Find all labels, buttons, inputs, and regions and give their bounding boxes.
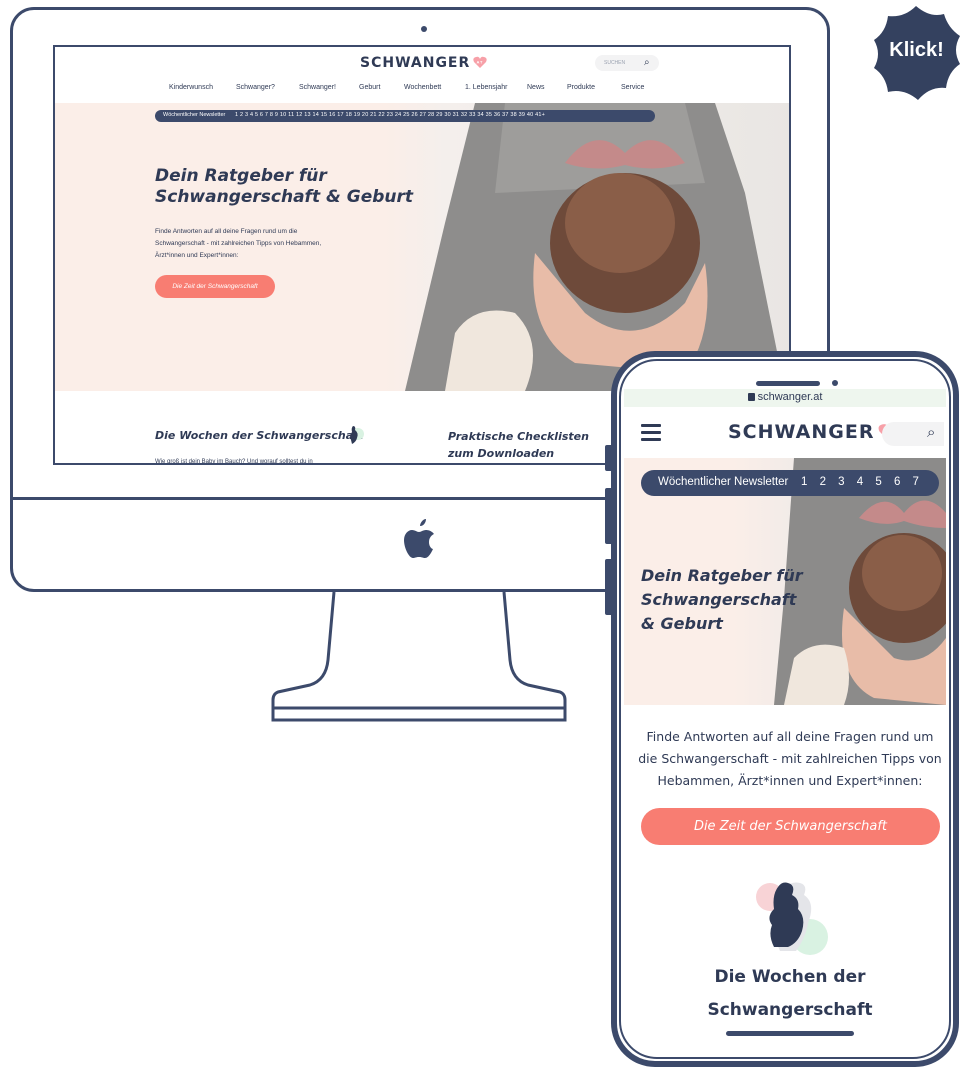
search-icon[interactable]: ⌕ xyxy=(644,57,650,68)
hero-photo-mother-baby xyxy=(385,103,789,391)
site-logo-mobile[interactable]: SCHWANGERAT xyxy=(728,421,898,443)
section-weeks-title[interactable]: Die Wochen der Schwangerschaft xyxy=(155,429,363,442)
imac-stand xyxy=(271,591,567,722)
hero-cta-button[interactable]: Die Zeit der Schwangerschaft xyxy=(155,275,275,298)
phone-side-button xyxy=(605,445,613,471)
section-weeks-subtext: Wie groß ist dein Baby im Bauch? Und wor… xyxy=(155,459,313,465)
nav-item-lebensjahr[interactable]: 1. Lebensjahr xyxy=(465,84,507,91)
nav-item-schwanger[interactable]: Schwanger! xyxy=(299,84,336,91)
desktop-header: SCHWANGER AT SUCHEN ⌕ Kinderwunsch Schwan… xyxy=(55,47,789,103)
nav-item-wochenbett[interactable]: Wochenbett xyxy=(404,84,441,91)
pregnant-silhouette-icon xyxy=(350,426,364,444)
newsletter-link[interactable]: Wöchentlicher Newsletter xyxy=(163,112,225,118)
hamburger-menu-icon[interactable] xyxy=(641,424,661,441)
pregnant-silhouette-icon xyxy=(756,882,828,955)
hero-text: Finde Antworten auf all deine Fragen run… xyxy=(638,729,942,788)
hero-cta-button[interactable]: Die Zeit der Schwangerschaft xyxy=(641,808,940,845)
phone-volume-up xyxy=(605,488,613,544)
week-links[interactable]: 1 2 3 4 5 6 7 xyxy=(801,476,919,488)
address-bar[interactable]: schwanger.at xyxy=(624,389,946,407)
nav-item-produkte[interactable]: Produkte xyxy=(567,84,595,91)
nav-item-news[interactable]: News xyxy=(527,84,545,91)
phone-home-indicator xyxy=(726,1031,854,1036)
heart-logo-icon: AT xyxy=(473,56,487,68)
hero-title: Dein Ratgeber für Schwangerschaft & Gebu… xyxy=(641,566,803,633)
desktop-hero: Wöchentlicher Newsletter 1 2 3 4 5 6 7 8… xyxy=(55,103,789,391)
logo-badge-text: AT xyxy=(477,60,484,65)
phone-camera xyxy=(832,380,838,386)
lock-icon xyxy=(747,393,755,401)
newsletter-week-bar: Wöchentlicher Newsletter 1 2 3 4 5 6 7 8… xyxy=(155,110,655,122)
newsletter-week-bar: Wöchentlicher Newsletter 1 2 3 4 5 6 7 xyxy=(641,470,939,496)
main-nav: Kinderwunsch Schwanger? Schwanger! Gebur… xyxy=(55,84,789,98)
site-logo[interactable]: SCHWANGER AT xyxy=(360,55,487,71)
logo-text: SCHWANGER xyxy=(728,421,875,443)
apple-logo-icon xyxy=(404,519,434,558)
section-weeks-title[interactable]: Die Wochen der Schwangerschaft xyxy=(680,961,900,1027)
phone-volume-down xyxy=(605,559,613,615)
nav-item-geburt[interactable]: Geburt xyxy=(359,84,380,91)
logo-text: SCHWANGER xyxy=(360,55,471,71)
hero-title: Dein Ratgeber für Schwangerschaft & Gebu… xyxy=(155,166,414,207)
section-checklists-title[interactable]: Praktische Checklisten zum Downloaden xyxy=(448,428,618,462)
week-links[interactable]: 1 2 3 4 5 6 7 8 9 10 11 12 13 14 15 16 1… xyxy=(235,112,545,118)
mobile-hero: Wöchentlicher Newsletter 1 2 3 4 5 6 7 D… xyxy=(624,458,946,705)
hero-text: Finde Antworten auf all deine Fragen run… xyxy=(155,228,322,259)
klick-badge-label[interactable]: Klick! xyxy=(872,39,961,62)
phone-speaker xyxy=(756,381,820,386)
nav-item-kinderwunsch[interactable]: Kinderwunsch xyxy=(169,84,213,91)
imac-camera xyxy=(421,26,427,32)
nav-item-schwanger-question[interactable]: Schwanger? xyxy=(236,84,275,91)
nav-item-service[interactable]: Service xyxy=(621,84,644,91)
search-icon[interactable]: ⌕ xyxy=(927,424,935,441)
newsletter-link[interactable]: Wöchentlicher Newsletter xyxy=(658,476,788,488)
url-text: schwanger.at xyxy=(757,391,823,403)
